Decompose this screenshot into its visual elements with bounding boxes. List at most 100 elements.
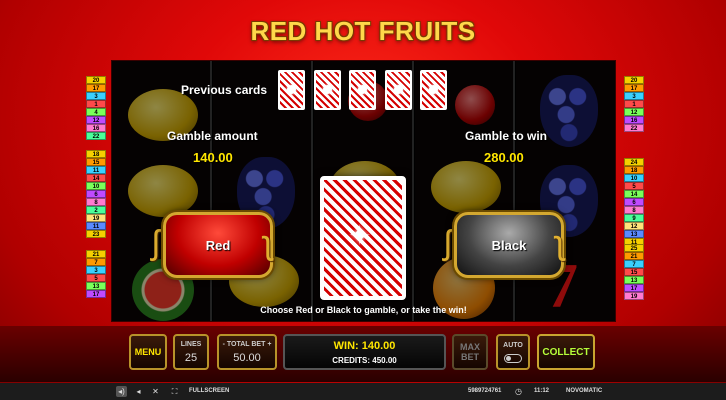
- menu-button[interactable]: MENU: [129, 334, 167, 370]
- payline-number: 11: [86, 166, 106, 174]
- payline-number: 1: [86, 100, 106, 108]
- payline-number: 20: [624, 76, 644, 84]
- black-button[interactable]: Black: [454, 212, 564, 278]
- gamble-to-win-value: 280.00: [484, 150, 524, 165]
- collect-button[interactable]: COLLECT: [537, 334, 595, 370]
- previous-card: [278, 70, 305, 110]
- payline-number: 7: [624, 260, 644, 268]
- payline-number: 18: [624, 166, 644, 174]
- payline-number: 22: [624, 124, 644, 132]
- payline-indicators-left-mid: 18 15 11 14 10 6 8 2 19 11 23: [86, 150, 106, 238]
- card-emblem-icon: ✦: [348, 220, 372, 251]
- ornament-left-icon: ʃ: [444, 224, 452, 262]
- payline-number: 22: [86, 132, 106, 140]
- credits-amount: CREDITS: 450.00: [332, 355, 397, 365]
- payline-number: 21: [624, 252, 644, 260]
- payline-number: 6: [86, 190, 106, 198]
- payline-number: 17: [624, 84, 644, 92]
- auto-label: AUTO: [503, 341, 523, 349]
- cherry-symbol: [455, 85, 495, 125]
- payline-number: 20: [86, 76, 106, 84]
- payline-number: 21: [86, 250, 106, 258]
- payline-number: 7: [86, 258, 106, 266]
- payline-indicators-left-top: 20 17 3 1 4 12 16 22: [86, 76, 106, 140]
- payline-number: 15: [86, 158, 106, 166]
- payline-number: 23: [86, 230, 106, 238]
- game-title: RED HOT FRUITS: [250, 16, 476, 46]
- ornament-left-icon: ʃ: [152, 224, 160, 262]
- previous-card: [349, 70, 376, 110]
- payline-number: 14: [86, 174, 106, 182]
- mute-icon[interactable]: ✕: [150, 386, 161, 397]
- payline-number: 17: [624, 284, 644, 292]
- payline-number: 17: [86, 290, 106, 298]
- total-bet-value: 50.00: [233, 351, 261, 364]
- total-bet-label: - TOTAL BET +: [222, 340, 272, 348]
- payline-number: 10: [624, 174, 644, 182]
- clock-icon: ◷: [515, 387, 522, 396]
- gamble-amount-value: 140.00: [193, 150, 233, 165]
- lines-label: LINES: [180, 340, 202, 348]
- payline-number: 13: [86, 282, 106, 290]
- previous-card: [420, 70, 447, 110]
- volume-icon[interactable]: ◂: [133, 386, 144, 397]
- fullscreen-label[interactable]: FULLSCREEN: [189, 388, 229, 394]
- payline-number: 25: [624, 244, 644, 252]
- sound-settings-icon[interactable]: ◂): [116, 386, 127, 397]
- reel-5: 7: [516, 61, 615, 321]
- total-bet-control[interactable]: - TOTAL BET + 50.00: [217, 334, 277, 370]
- payline-number: 19: [86, 214, 106, 222]
- auto-toggle-icon: [504, 353, 522, 363]
- fullscreen-icon[interactable]: ⛶: [169, 386, 180, 397]
- payline-number: 18: [86, 150, 106, 158]
- ornament-right-icon: ʅ: [556, 224, 564, 262]
- payline-number: 24: [624, 158, 644, 166]
- lemon-symbol: [431, 161, 501, 213]
- payline-number: 13: [624, 230, 644, 238]
- brand-logo: NOVOMATIC: [566, 388, 603, 394]
- payline-number: 5: [624, 182, 644, 190]
- grapes-symbol: [540, 75, 598, 147]
- payline-number: 8: [624, 206, 644, 214]
- payline-number: 17: [86, 84, 106, 92]
- payline-number: 10: [86, 182, 106, 190]
- max-bet-label-2: BET: [461, 352, 479, 362]
- payline-number: 11: [86, 222, 106, 230]
- max-bet-button[interactable]: MAX BET: [452, 334, 488, 370]
- gamble-instruction: Choose Red or Black to gamble, or take t…: [260, 305, 467, 315]
- reel-1: [112, 61, 212, 321]
- session-id: 5989724761: [468, 388, 502, 394]
- payline-number: 3: [624, 92, 644, 100]
- payline-number: 9: [624, 214, 644, 222]
- lemon-symbol: [128, 165, 198, 217]
- payline-number: 8: [86, 198, 106, 206]
- payline-indicators-right-bot: 25 21 7 15 13 17 19: [624, 244, 644, 300]
- payline-number: 14: [624, 190, 644, 198]
- payline-number: 19: [624, 292, 644, 300]
- previous-card: [313, 70, 341, 110]
- payline-number: 6: [624, 198, 644, 206]
- auto-button[interactable]: AUTO: [496, 334, 530, 370]
- gamble-to-win-label: Gamble to win: [465, 129, 548, 143]
- previous-card: [384, 70, 412, 110]
- payline-number: 2: [86, 206, 106, 214]
- payline-number: 12: [624, 108, 644, 116]
- payline-number: 16: [624, 116, 644, 124]
- payline-indicators-right-top: 20 17 3 1 12 16 22: [624, 76, 644, 132]
- payline-number: 15: [624, 268, 644, 276]
- status-bar: ◂) ◂ ✕ ⛶ FULLSCREEN 5989724761 ◷ 11:12 N…: [0, 383, 726, 400]
- payline-number: 16: [86, 124, 106, 132]
- payline-number: 3: [86, 92, 106, 100]
- payline-number: 5: [86, 274, 106, 282]
- previous-cards-label: Previous cards: [181, 83, 268, 97]
- win-amount: WIN: 140.00: [333, 339, 396, 352]
- ornament-right-icon: ʅ: [264, 224, 272, 262]
- gamble-card-back: ✦: [320, 176, 406, 300]
- gamble-amount-label: Gamble amount: [167, 129, 258, 143]
- win-display: WIN: 140.00 CREDITS: 450.00: [283, 334, 446, 370]
- lines-control[interactable]: LINES 25: [173, 334, 209, 370]
- payline-number: 12: [86, 116, 106, 124]
- payline-indicators-left-bot: 21 7 3 5 13 17: [86, 250, 106, 298]
- red-button[interactable]: Red: [163, 212, 273, 278]
- max-bet-label-1: MAX: [460, 342, 480, 352]
